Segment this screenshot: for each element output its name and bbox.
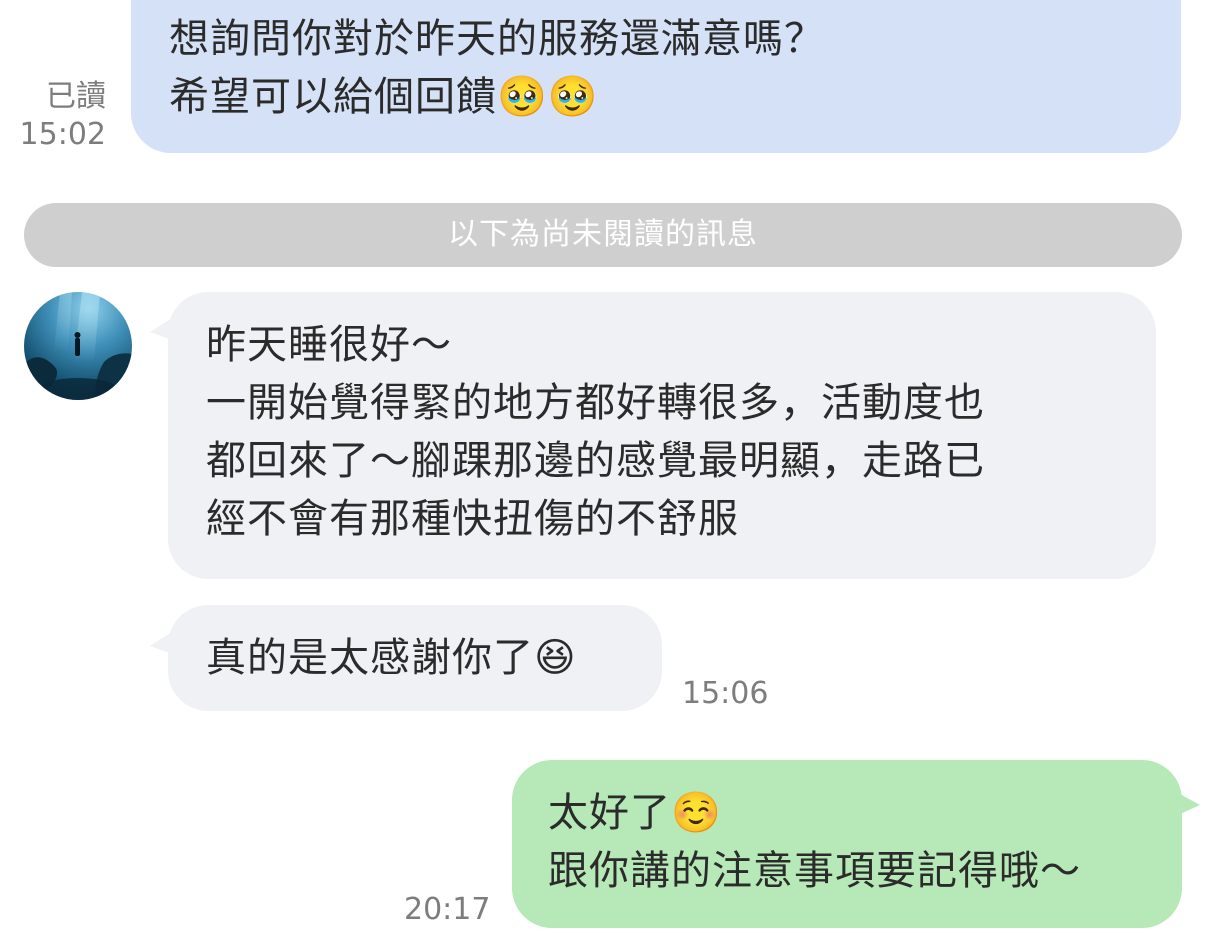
message-text: 太好了☺️ 跟你講的注意事項要記得哦～ (548, 790, 1081, 894)
incoming-message-bubble[interactable]: 真的是太感謝你了😆 (168, 605, 662, 711)
read-label: 已讀 (46, 79, 106, 114)
message-time: 15:02 (19, 117, 106, 152)
message-text: 昨天睡很好～ 一開始覺得緊的地方都好轉很多，活動度也 都回來了～腳踝那邊的感覺最… (206, 322, 985, 542)
message-text: 想詢問你對於昨天的服務還滿意嗎？ 希望可以給個回饋🥹🥹 (169, 16, 825, 120)
outgoing-bubble-tail (1178, 793, 1200, 815)
contact-avatar[interactable] (24, 292, 132, 400)
outgoing-message-bubble[interactable]: 想詢問你對於昨天的服務還滿意嗎？ 希望可以給個回饋🥹🥹 (131, 0, 1181, 153)
message-time: 20:17 (404, 892, 491, 927)
avatar-image (24, 292, 132, 400)
incoming-message-bubble[interactable]: 昨天睡很好～ 一開始覺得緊的地方都好轉很多，活動度也 都回來了～腳踝那邊的感覺最… (168, 292, 1156, 579)
message-text: 真的是太感謝你了😆 (206, 635, 577, 681)
outgoing-message-bubble[interactable]: 太好了☺️ 跟你講的注意事項要記得哦～ (512, 760, 1182, 928)
message-time: 15:06 (682, 676, 769, 711)
unread-messages-divider: 以下為尚未閱讀的訊息 (24, 203, 1182, 267)
read-receipt: 已讀 15:02 (18, 78, 106, 154)
